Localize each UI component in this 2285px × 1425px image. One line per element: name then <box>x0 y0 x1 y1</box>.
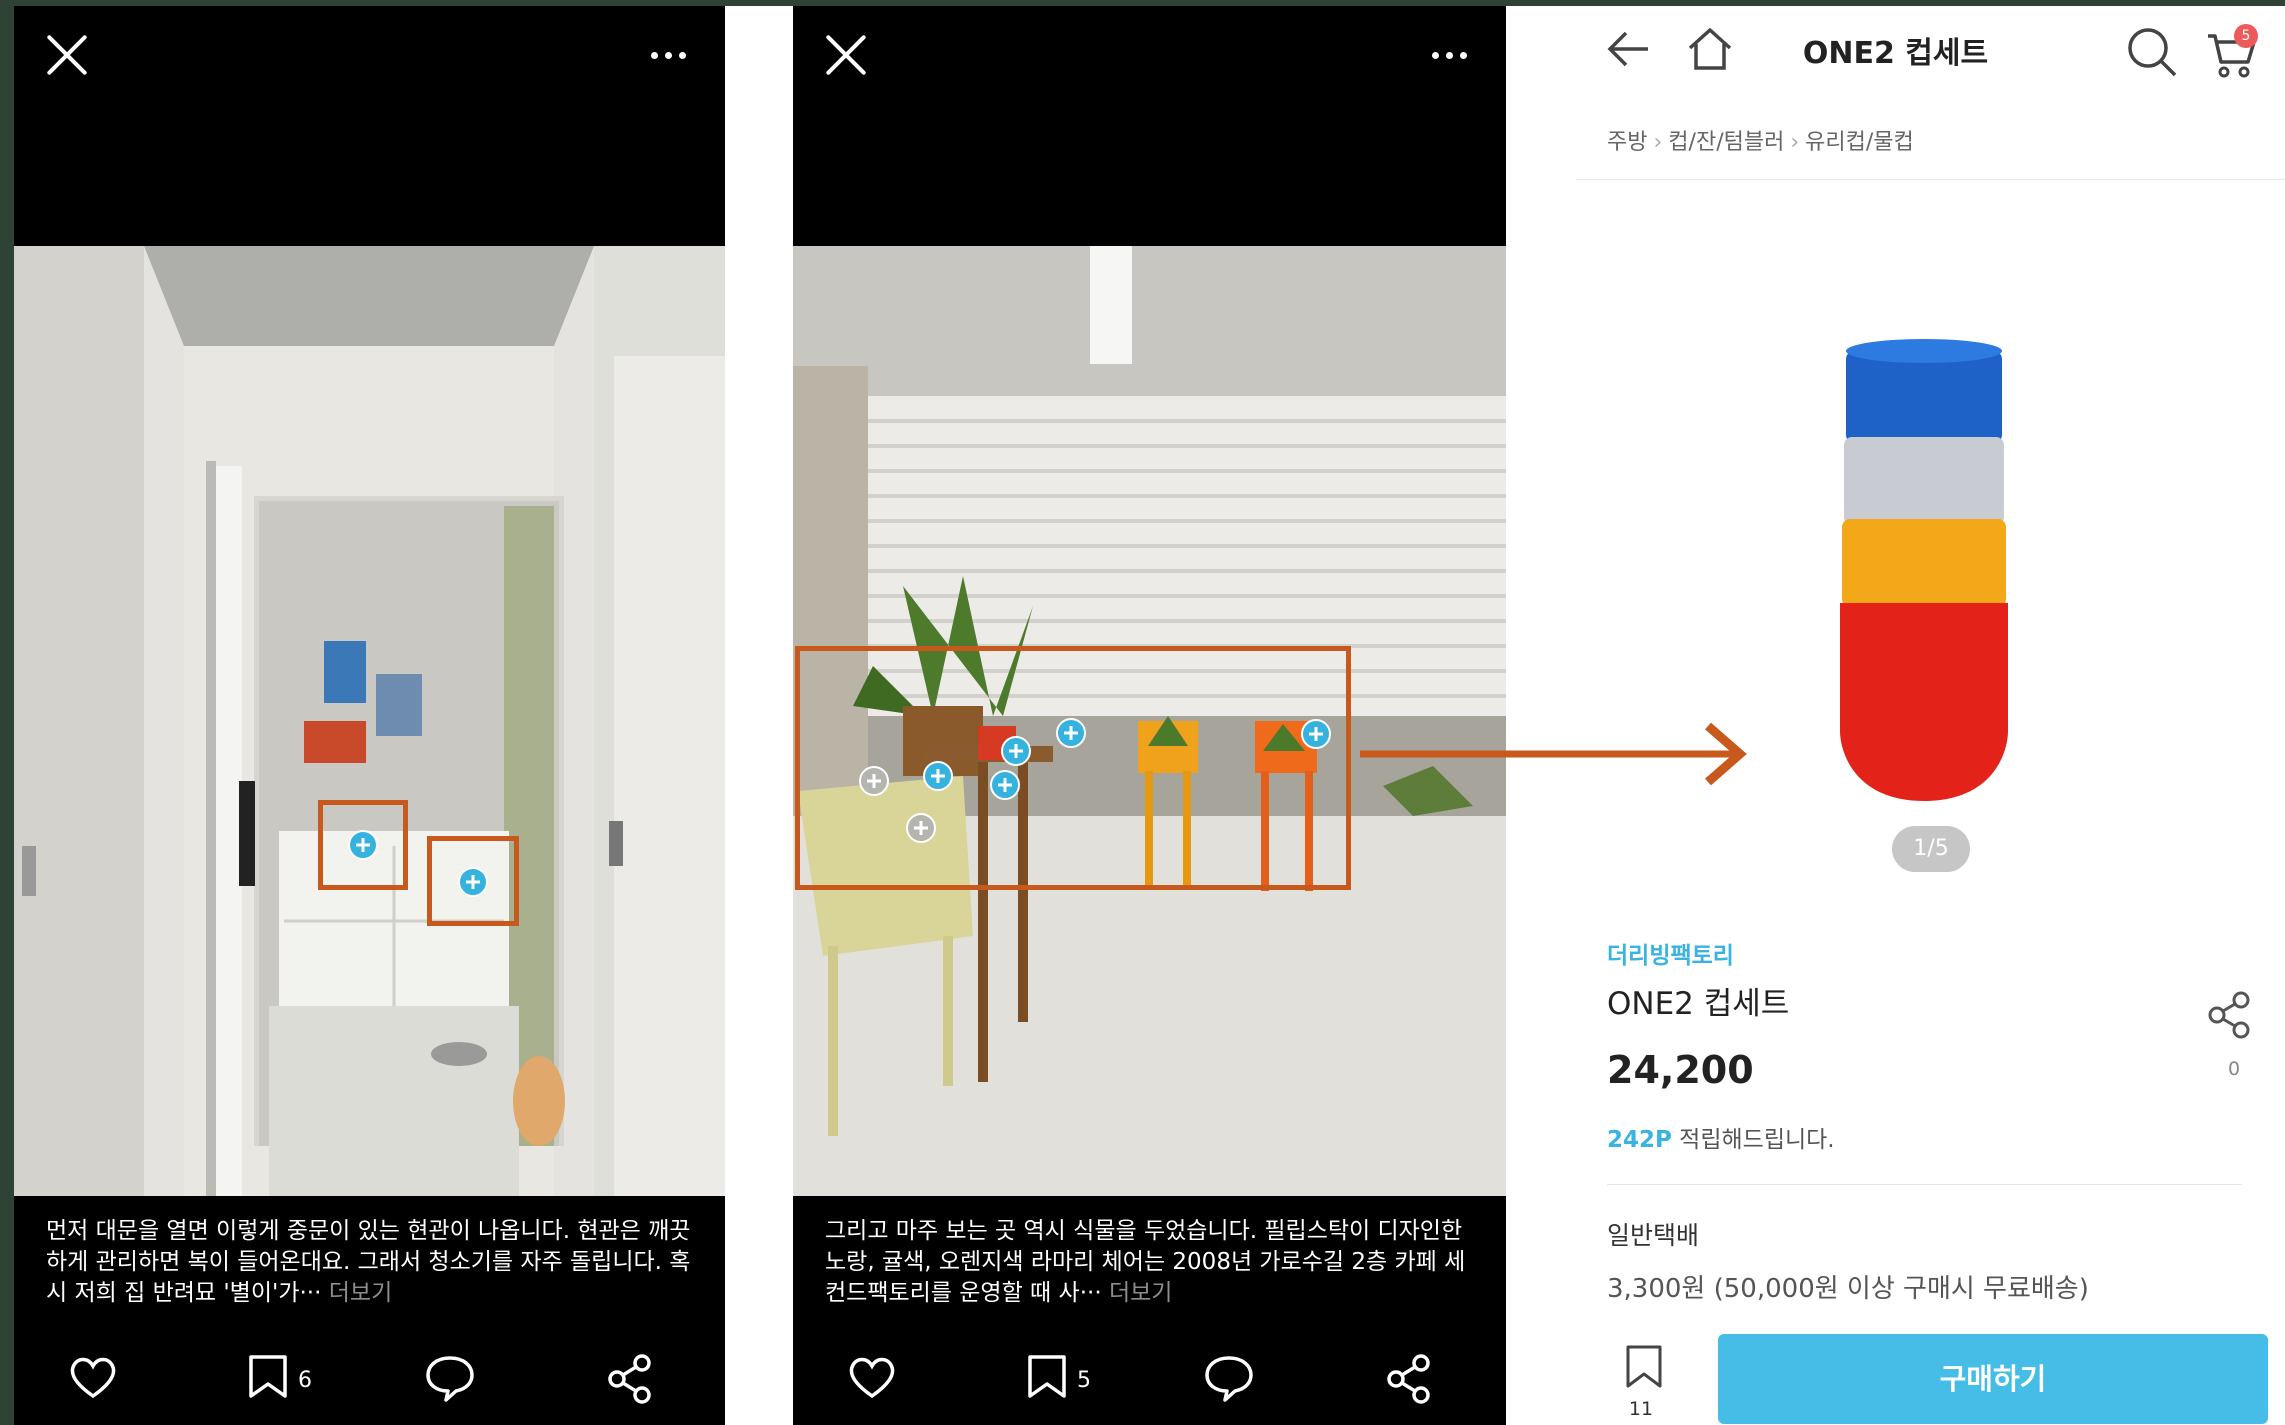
bookmark-button[interactable] <box>1624 1344 1664 1394</box>
more-options-icon[interactable] <box>1432 52 1468 60</box>
entrance-photo-illustration <box>14 246 725 1196</box>
breadcrumb: 주방 › 컵/잔/텀블러 › 유리컵/물컵 <box>1607 124 1914 156</box>
chevron-right-icon: › <box>1790 130 1800 155</box>
bookmark-button[interactable]: 6 <box>246 1354 312 1400</box>
more-options-icon[interactable] <box>651 52 687 60</box>
like-button[interactable] <box>847 1354 897 1400</box>
image-pager: 1/5 <box>1892 826 1970 872</box>
reward-points: 242P 적립해드립니다. <box>1607 1120 1835 1154</box>
shipping-label: 일반택배 <box>1607 1221 1700 1250</box>
breadcrumb-item[interactable]: 유리컵/물컵 <box>1805 130 1914 155</box>
header-divider <box>1576 179 2285 180</box>
search-icon <box>2128 28 2177 77</box>
post-top-bar <box>793 6 1506 246</box>
comment-icon <box>426 1356 474 1402</box>
bookmark-button[interactable]: 5 <box>1025 1354 1091 1400</box>
bookmark-count: 5 <box>1077 1368 1091 1393</box>
comment-button[interactable] <box>424 1354 476 1402</box>
product-tag[interactable] <box>1001 736 1031 766</box>
product-image[interactable] <box>1824 331 2024 811</box>
product-tag[interactable] <box>1301 719 1331 749</box>
share-button[interactable] <box>606 1354 656 1404</box>
breadcrumb-item[interactable]: 주방 <box>1607 130 1647 155</box>
share-button[interactable] <box>2207 991 2253 1043</box>
heart-icon <box>849 1357 895 1399</box>
price-divider <box>1607 1184 2242 1185</box>
product-price: 24,200 <box>1607 1048 1754 1092</box>
post-photo <box>14 246 725 1196</box>
bookmark-icon <box>249 1355 287 1398</box>
post-action-bar: 6 <box>14 1306 725 1425</box>
arrow-right-icon <box>1360 722 1747 786</box>
product-header: ONE2 컵세트 5 <box>1506 6 2285 106</box>
post-action-bar: 5 <box>793 1306 1506 1425</box>
heart-icon <box>70 1357 116 1399</box>
bookmark-count: 6 <box>298 1368 312 1393</box>
buy-button[interactable]: 구매하기 <box>1718 1334 2268 1424</box>
share-count: 0 <box>2228 1058 2241 1080</box>
like-button[interactable] <box>68 1354 118 1400</box>
product-tag[interactable] <box>1056 718 1086 748</box>
search-button[interactable] <box>2126 26 2178 82</box>
breadcrumb-item[interactable]: 컵/잔/텀블러 <box>1668 130 1784 155</box>
product-tag[interactable] <box>923 761 953 791</box>
chevron-right-icon: › <box>1653 130 1663 155</box>
share-icon <box>1387 1354 1430 1404</box>
close-icon[interactable] <box>44 32 90 78</box>
points-text: 적립해드립니다. <box>1671 1127 1835 1153</box>
close-icon[interactable] <box>823 32 869 78</box>
bookmark-count: 11 <box>1628 1398 1654 1420</box>
read-more-link[interactable]: 더보기 <box>329 1280 392 1306</box>
post-caption: 그리고 마주 보는 곳 역시 식물을 두었습니다. 필립스탁이 디자인한 노랑,… <box>793 1196 1506 1306</box>
bookmark-icon <box>1028 1355 1066 1398</box>
bookmark-icon <box>1626 1345 1662 1388</box>
product-tag[interactable] <box>348 830 378 860</box>
product-tag[interactable] <box>906 813 936 843</box>
read-more-link[interactable]: 더보기 <box>1109 1280 1172 1306</box>
comment-button[interactable] <box>1203 1354 1255 1402</box>
product-name: ONE2 컵세트 <box>1607 986 1790 1022</box>
shipping-fee: 3,300원 (50,000원 이상 구매시 무료배송) <box>1607 1274 2089 1304</box>
post-top-bar <box>14 6 725 246</box>
share-icon <box>608 1354 651 1404</box>
product-detail-panel: ONE2 컵세트 5 주방 › 컵/잔/텀블러 › 유리컵/물컵 1/5 더리빙팩토리 … <box>1506 6 2285 1425</box>
points-value: 242P <box>1607 1127 1672 1153</box>
post-panel-living: 그리고 마주 보는 곳 역시 식물을 두었습니다. 필립스탁이 디자인한 노랑,… <box>793 6 1506 1425</box>
product-tag[interactable] <box>458 867 488 897</box>
panel-gap <box>725 6 793 1425</box>
brand-link[interactable]: 더리빙팩토리 <box>1607 936 1734 970</box>
cart-badge: 5 <box>2234 24 2258 48</box>
post-panel-entrance: 먼저 대문을 열면 이렇게 중문이 있는 현관이 나옵니다. 현관은 깨끗하게 … <box>14 6 725 1425</box>
post-caption: 먼저 대문을 열면 이렇게 중문이 있는 현관이 나옵니다. 현관은 깨끗하게 … <box>14 1196 725 1306</box>
share-icon <box>2208 991 2250 1039</box>
product-tag[interactable] <box>990 770 1020 800</box>
share-button[interactable] <box>1385 1354 1435 1404</box>
cart-button[interactable]: 5 <box>2206 24 2258 84</box>
product-tag[interactable] <box>859 766 889 796</box>
comment-icon <box>1205 1356 1253 1402</box>
